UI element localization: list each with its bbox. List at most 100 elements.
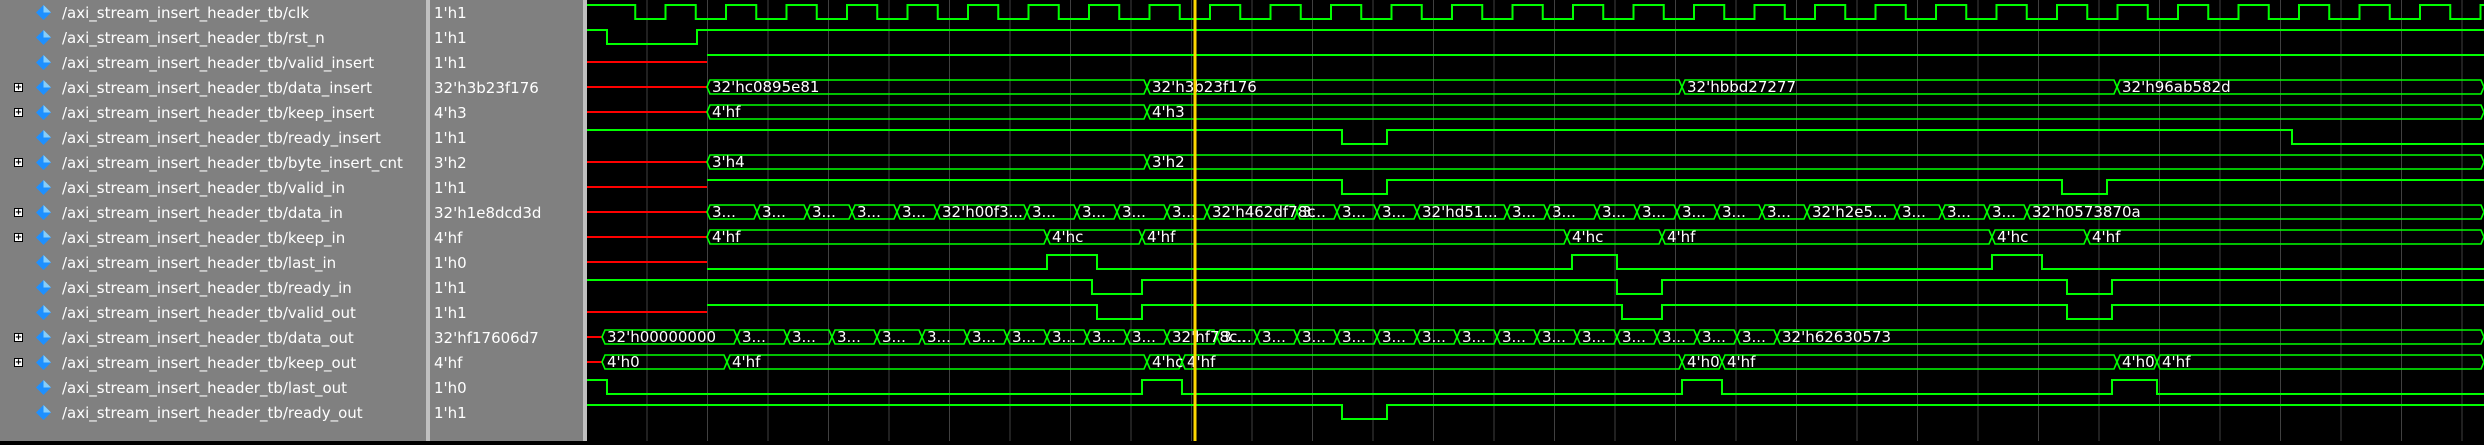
signal-name: /axi_stream_insert_header_tb/ready_out <box>62 404 363 422</box>
bus-value-label: 3... <box>1947 203 1971 221</box>
bus-value-label: 32'h0573870a <box>2032 203 2141 221</box>
bus-value-label: 3... <box>812 203 836 221</box>
bus-value-label: 32'hbbd27277 <box>1687 78 1796 96</box>
signal-value: 1'h1 <box>434 179 467 197</box>
signal-row[interactable]: /axi_stream_insert_header_tb/clk <box>0 0 426 25</box>
expand-icon[interactable]: + <box>14 158 23 168</box>
bus-value-label: 3... <box>902 203 926 221</box>
signal-row[interactable]: /axi_stream_insert_header_tb/ready_in <box>0 275 426 300</box>
expand-icon[interactable]: + <box>14 83 23 93</box>
signal-value: 1'h0 <box>434 379 467 397</box>
signal-name: /axi_stream_insert_header_tb/clk <box>62 4 310 22</box>
value-row: 32'h3b23f176 <box>430 75 583 100</box>
bus-value-label: 32'h96ab582d <box>2122 78 2231 96</box>
signal-row[interactable]: + /axi_stream_insert_header_tb/data_inser… <box>0 75 426 100</box>
expand-icon[interactable]: + <box>14 333 23 343</box>
signal-row[interactable]: + /axi_stream_insert_header_tb/keep_inser… <box>0 100 426 125</box>
waveform-canvas[interactable]: 32'hc0895e81 32'h3b23f176 32'hbbd27277 32'h… <box>587 0 2484 441</box>
signal-name: /axi_stream_insert_header_tb/data_out <box>62 329 354 347</box>
signal-row[interactable]: /axi_stream_insert_header_tb/rst_n <box>0 25 426 50</box>
bus-segment <box>1146 154 2484 170</box>
bus-value-label: 3... <box>837 328 861 346</box>
signal-value: 32'hf17606d7 <box>434 329 539 347</box>
signal-name: /axi_stream_insert_header_tb/valid_in <box>62 179 346 197</box>
waveform-pane[interactable]: 32'hc0895e81 32'h3b23f176 32'hbbd27277 32'h… <box>587 0 2484 441</box>
signal-diamond-icon <box>36 180 51 195</box>
signal-row[interactable]: /axi_stream_insert_header_tb/last_in <box>0 250 426 275</box>
signal-row[interactable]: /axi_stream_insert_header_tb/ready_inser… <box>0 125 426 150</box>
signal-diamond-icon <box>36 305 51 320</box>
expand-icon[interactable]: + <box>14 208 23 218</box>
signal-value: 1'h1 <box>434 279 467 297</box>
bus-value-label: 3... <box>1342 328 1366 346</box>
bus-value-label: 3... <box>1302 328 1326 346</box>
waveform-trace <box>587 4 2484 20</box>
signal-value: 4'hf <box>434 229 463 247</box>
signal-diamond-icon <box>36 55 51 70</box>
signal-row[interactable]: /axi_stream_insert_header_tb/valid_inser… <box>0 50 426 75</box>
expand-icon[interactable]: + <box>14 233 23 243</box>
waveform-trace <box>587 129 2484 145</box>
signal-name: /axi_stream_insert_header_tb/keep_insert <box>62 104 375 122</box>
value-row: 1'h0 <box>430 250 583 275</box>
bus-value-label: 4'hc <box>1052 228 1083 246</box>
signal-row[interactable]: /axi_stream_insert_header_tb/last_out <box>0 375 426 400</box>
signal-diamond-icon <box>36 355 51 370</box>
value-row: 3'h2 <box>430 150 583 175</box>
bus-value-label: 3... <box>1092 328 1116 346</box>
signal-row[interactable]: + /axi_stream_insert_header_tb/data_out <box>0 325 426 350</box>
bus-value-label: 4'h0 <box>2122 353 2155 371</box>
signal-name: /axi_stream_insert_header_tb/last_out <box>62 379 348 397</box>
bus-value-label: 4'hf <box>712 103 741 121</box>
signal-row[interactable]: + /axi_stream_insert_header_tb/keep_in <box>0 225 426 250</box>
signal-value: 4'hf <box>434 354 463 372</box>
bus-value-label: 32'h62630573 <box>1782 328 1891 346</box>
bus-value-label: 3... <box>1622 328 1646 346</box>
bus-value-label: 3... <box>1722 203 1746 221</box>
bus-value-label: 32'h3b23f176 <box>1152 78 1257 96</box>
signal-name: /axi_stream_insert_header_tb/byte_insert… <box>62 154 403 172</box>
bus-value-label: 3... <box>1382 328 1406 346</box>
bus-value-label: 4'hc <box>1152 353 1183 371</box>
bus-segment <box>1141 229 1568 245</box>
bus-value-label: 3... <box>1542 328 1566 346</box>
bus-value-label: 3... <box>762 203 786 221</box>
signal-row[interactable]: /axi_stream_insert_header_tb/ready_out <box>0 400 426 425</box>
signal-row[interactable]: + /axi_stream_insert_header_tb/byte_inser… <box>0 150 426 175</box>
bus-value-label: 3... <box>1082 203 1106 221</box>
value-row: 1'h1 <box>430 0 583 25</box>
signal-name: /axi_stream_insert_header_tb/keep_out <box>62 354 357 372</box>
bus-value-label: 32'h00000000 <box>607 328 716 346</box>
signal-names-pane: /axi_stream_insert_header_tb/clk/axi_str… <box>0 0 426 441</box>
value-row: 32'hf17606d7 <box>430 325 583 350</box>
signal-row[interactable]: /axi_stream_insert_header_tb/valid_out <box>0 300 426 325</box>
signal-value: 1'h1 <box>434 304 467 322</box>
signal-value: 1'h1 <box>434 404 467 422</box>
value-row: 1'h1 <box>430 125 583 150</box>
expand-icon[interactable]: + <box>14 108 23 118</box>
value-row: 1'h1 <box>430 300 583 325</box>
bus-segment <box>1661 229 1993 245</box>
signal-row[interactable]: + /axi_stream_insert_header_tb/keep_out <box>0 350 426 375</box>
signal-diamond-icon <box>36 330 51 345</box>
signal-value: 3'h2 <box>434 154 467 172</box>
bus-value-label: 32'h00f3... <box>942 203 1023 221</box>
bus-value-label: 3... <box>1512 203 1536 221</box>
bus-segment <box>1181 354 1683 370</box>
signal-row[interactable]: + /axi_stream_insert_header_tb/data_in <box>0 200 426 225</box>
bus-value-label: 3... <box>1702 328 1726 346</box>
value-row: 32'h1e8dcd3d <box>430 200 583 225</box>
bus-segment <box>2156 354 2484 370</box>
signal-name: /axi_stream_insert_header_tb/last_in <box>62 254 337 272</box>
bus-value-label: 3... <box>1582 328 1606 346</box>
bus-value-label: 3... <box>1602 203 1626 221</box>
bus-value-label: 4'hf <box>1727 353 1756 371</box>
bus-value-label: 3... <box>1642 203 1666 221</box>
expand-icon[interactable]: + <box>14 358 23 368</box>
signal-value: 1'h0 <box>434 254 467 272</box>
signal-row[interactable]: /axi_stream_insert_header_tb/valid_in <box>0 175 426 200</box>
waveform-trace <box>587 379 2484 395</box>
value-row: 1'h1 <box>430 50 583 75</box>
bus-value-label: 4'hf <box>1187 353 1216 371</box>
bus-value-label: 3... <box>1262 328 1286 346</box>
